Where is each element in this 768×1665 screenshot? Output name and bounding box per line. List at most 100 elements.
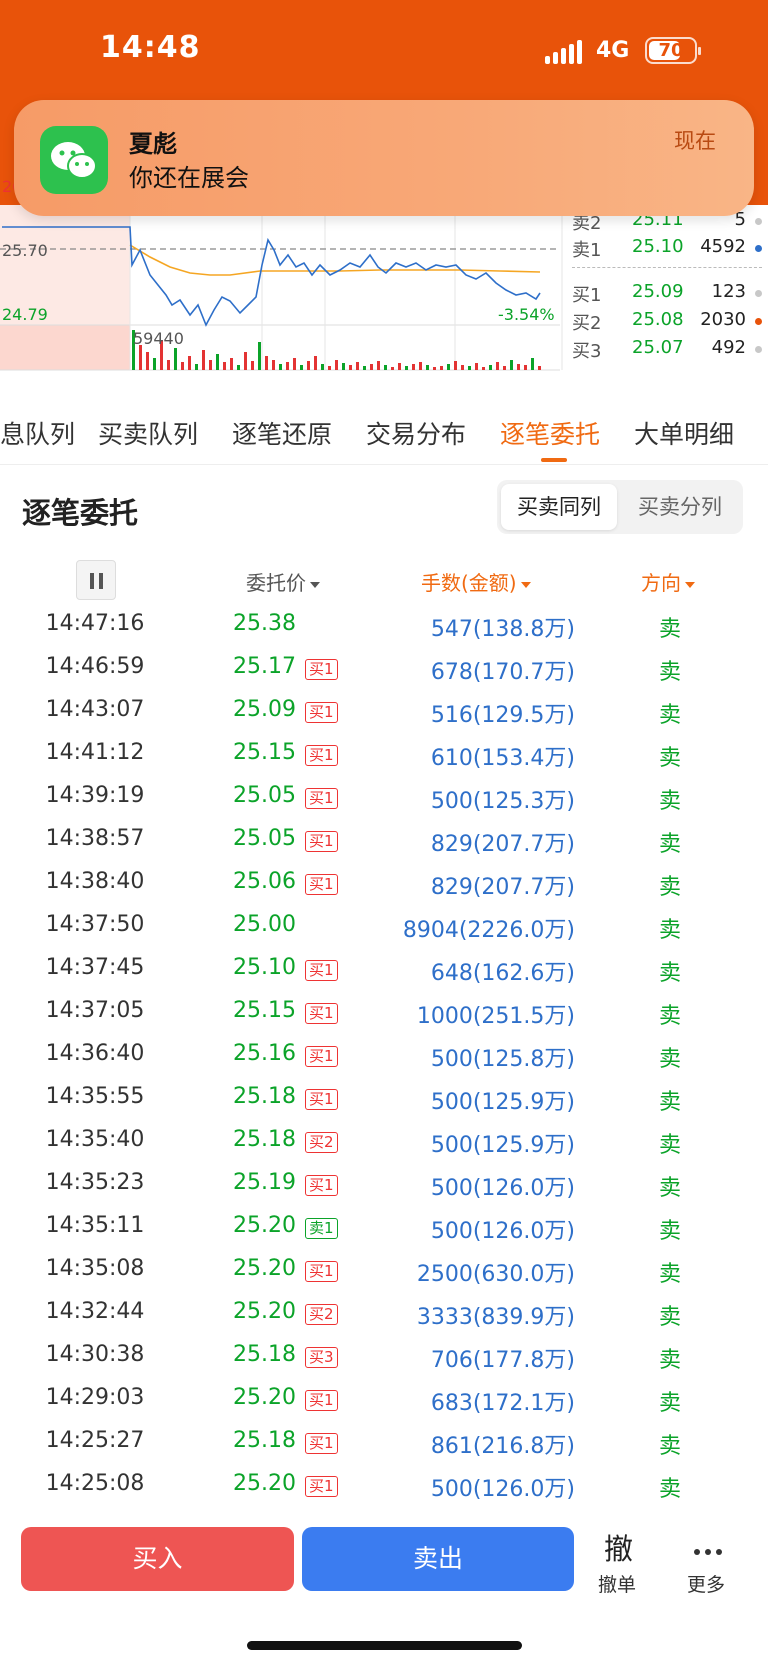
row-direction: 卖	[658, 1305, 681, 1330]
tab-info-queue[interactable]: 息队列	[0, 415, 75, 451]
table-row[interactable]: 14:37:45 25.10 买1 648(162.6万) 卖	[0, 949, 768, 992]
table-row[interactable]: 14:29:03 25.20 买1 683(172.1万) 卖	[0, 1379, 768, 1422]
table-row[interactable]: 14:37:05 25.15 买1 1000(251.5万) 卖	[0, 992, 768, 1035]
volume-bar	[440, 366, 443, 370]
bid-dot	[755, 290, 762, 297]
row-queue-tag: 买1	[305, 1476, 338, 1497]
row-time: 14:35:23	[45, 1170, 145, 1195]
table-row[interactable]: 14:46:59 25.17 买1 678(170.7万) 卖	[0, 648, 768, 691]
cancel-order-button[interactable]: 撤单	[598, 1570, 636, 1597]
table-row[interactable]: 14:35:11 25.20 卖1 500(126.0万) 卖	[0, 1207, 768, 1250]
volume-label: 59440	[133, 329, 184, 348]
notification-banner[interactable]: 夏彪 你还在展会 现在	[14, 100, 754, 216]
row-time: 14:38:40	[45, 869, 145, 894]
detail-tabs: 息队列 买卖队列 逐笔还原 交易分布 逐笔委托 大单明细	[0, 405, 768, 465]
battery-level: 70	[658, 40, 684, 61]
row-volume: 8904(2226.0万)	[402, 918, 575, 943]
volume-bar	[209, 360, 212, 370]
signal-icon	[545, 40, 582, 64]
ask-row: 卖1 25.10 4592	[572, 236, 768, 261]
column-direction-sort[interactable]: 方向	[641, 567, 695, 596]
table-row[interactable]: 14:39:19 25.05 买1 500(125.3万) 卖	[0, 777, 768, 820]
bid-price: 25.08	[632, 309, 684, 330]
buy-button[interactable]: 买入	[21, 1527, 294, 1591]
volume-bar	[279, 364, 282, 370]
table-row[interactable]: 14:37:50 25.00 8904(2226.0万) 卖	[0, 906, 768, 949]
volume-bar	[230, 358, 233, 370]
table-row[interactable]: 14:38:40 25.06 买1 829(207.7万) 卖	[0, 863, 768, 906]
more-icon[interactable]	[694, 1540, 727, 1559]
row-volume: 500(126.0万)	[430, 1219, 575, 1244]
volume-bar	[433, 367, 436, 370]
row-direction: 卖	[658, 1047, 681, 1072]
volume-bar	[153, 358, 156, 370]
row-queue-tag: 买1	[305, 702, 338, 723]
row-queue-tag: 买2	[305, 1304, 338, 1325]
column-price-sort[interactable]: 委托价	[246, 567, 320, 596]
row-price: 25.18	[233, 1084, 296, 1109]
volume-bar	[517, 364, 520, 370]
table-row[interactable]: 14:35:40 25.18 买2 500(125.9万) 卖	[0, 1121, 768, 1164]
pause-button[interactable]	[76, 560, 116, 600]
row-queue-tag: 买1	[305, 745, 338, 766]
view-toggle: 买卖同列 买卖分列	[497, 480, 743, 534]
row-price: 25.16	[233, 1041, 296, 1066]
wechat-icon	[40, 126, 108, 194]
volume-bar	[356, 362, 359, 370]
more-button[interactable]: 更多	[687, 1570, 725, 1597]
row-queue-tag: 买1	[305, 1046, 338, 1067]
bid-dot	[755, 346, 762, 353]
reference-price: 25.70	[2, 241, 48, 260]
row-queue-tag: 买1	[305, 874, 338, 895]
table-row[interactable]: 14:35:55 25.18 买1 500(125.9万) 卖	[0, 1078, 768, 1121]
column-volume-sort[interactable]: 手数(金额)	[421, 567, 531, 596]
volume-bar	[482, 367, 485, 370]
toggle-split-column[interactable]: 买卖分列	[621, 484, 739, 530]
tab-large-orders[interactable]: 大单明细	[634, 415, 734, 451]
column-direction-label: 方向	[641, 571, 681, 595]
table-row[interactable]: 14:25:27 25.18 买1 861(216.8万) 卖	[0, 1422, 768, 1465]
sell-button[interactable]: 卖出	[302, 1527, 574, 1591]
bid-label: 买3	[572, 341, 602, 362]
row-direction: 卖	[658, 875, 681, 900]
row-queue-tag: 买2	[305, 1132, 338, 1153]
row-queue-tag: 买1	[305, 659, 338, 680]
toggle-same-column[interactable]: 买卖同列	[501, 484, 617, 530]
intraday-chart[interactable]: 26 25.70 24.79 -3.54% 59440 卖2 25.11 5 卖…	[0, 177, 768, 390]
table-row[interactable]: 14:30:38 25.18 买3 706(177.8万) 卖	[0, 1336, 768, 1379]
volume-bar	[237, 365, 240, 370]
table-row[interactable]: 14:35:08 25.20 买1 2500(630.0万) 卖	[0, 1250, 768, 1293]
row-volume: 861(216.8万)	[430, 1434, 575, 1459]
home-indicator[interactable]	[247, 1641, 522, 1650]
tab-buy-sell-queue[interactable]: 买卖队列	[98, 415, 198, 451]
row-time: 14:25:27	[45, 1428, 145, 1453]
change-percent: -3.54%	[498, 305, 555, 324]
tab-tick-restore[interactable]: 逐笔还原	[232, 415, 332, 451]
table-row[interactable]: 14:41:12 25.15 买1 610(153.4万) 卖	[0, 734, 768, 777]
table-row[interactable]: 14:36:40 25.16 买1 500(125.8万) 卖	[0, 1035, 768, 1078]
volume-bar	[216, 354, 219, 370]
cancel-order-icon[interactable]: 撤	[604, 1526, 633, 1568]
row-time: 14:35:40	[45, 1127, 145, 1152]
table-row[interactable]: 14:32:44 25.20 买2 3333(839.9万) 卖	[0, 1293, 768, 1336]
volume-bar	[531, 358, 534, 370]
volume-bar	[174, 348, 177, 370]
battery-nub	[698, 47, 701, 55]
row-direction: 卖	[658, 746, 681, 771]
tab-trade-distribution[interactable]: 交易分布	[366, 415, 466, 451]
column-price-label: 委托价	[246, 571, 306, 595]
volume-bar	[286, 362, 289, 370]
row-time: 14:38:57	[45, 826, 145, 851]
table-row[interactable]: 14:47:16 25.38 547(138.8万) 卖	[0, 605, 768, 648]
row-volume: 500(125.9万)	[430, 1133, 575, 1158]
row-price: 25.19	[233, 1170, 296, 1195]
table-row[interactable]: 14:25:08 25.20 买1 500(126.0万) 卖	[0, 1465, 768, 1508]
row-direction: 卖	[658, 1176, 681, 1201]
table-row[interactable]: 14:35:23 25.19 买1 500(126.0万) 卖	[0, 1164, 768, 1207]
table-row[interactable]: 14:43:07 25.09 买1 516(129.5万) 卖	[0, 691, 768, 734]
row-volume: 500(126.0万)	[430, 1176, 575, 1201]
row-time: 14:39:19	[45, 783, 145, 808]
table-row[interactable]: 14:38:57 25.05 买1 829(207.7万) 卖	[0, 820, 768, 863]
tab-tick-orders[interactable]: 逐笔委托	[500, 415, 600, 451]
volume-bar	[342, 363, 345, 370]
